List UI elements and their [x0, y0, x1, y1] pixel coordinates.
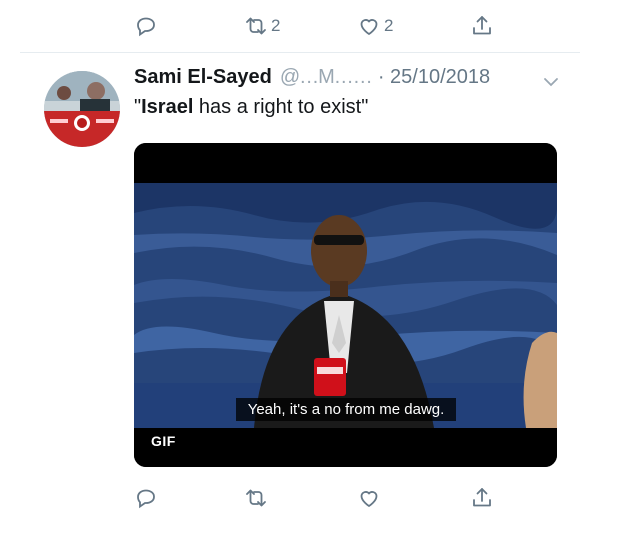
tweet-date[interactable]: · 25/10/2018 — [378, 66, 490, 89]
retweet-count: 2 — [271, 16, 281, 35]
gif-media[interactable]: Yeah, it's a no from me dawg. GIF — [134, 143, 557, 467]
reply-button[interactable] — [134, 478, 158, 518]
like-icon — [360, 19, 378, 36]
reply-icon — [137, 17, 155, 37]
share-button[interactable] — [470, 478, 494, 518]
avatar[interactable] — [44, 71, 120, 147]
tweet-text-bold: Israel — [141, 96, 194, 118]
share-icon — [473, 16, 491, 35]
retweet-button[interactable]: 2 — [244, 6, 280, 46]
gif-subtitle: Yeah, it's a no from me dawg. — [236, 398, 456, 421]
retweet-icon — [246, 489, 266, 507]
prev-tweet-actions: 2 2 — [0, 6, 644, 46]
tweet-header: Sami El-Sayed @…M…… · 25/10/2018 — [134, 66, 490, 89]
chevron-down-icon — [544, 78, 558, 87]
user-handle[interactable]: @…M…… — [280, 66, 373, 89]
share-icon — [473, 488, 491, 507]
like-count: 2 — [384, 16, 394, 35]
retweet-button[interactable] — [244, 478, 268, 518]
tweet-actions — [0, 478, 644, 518]
like-button[interactable] — [357, 478, 381, 518]
display-name[interactable]: Sami El-Sayed — [134, 66, 272, 89]
share-button[interactable] — [470, 6, 494, 46]
like-icon — [360, 491, 378, 508]
tweet-divider — [20, 52, 580, 53]
like-button[interactable]: 2 — [357, 6, 393, 46]
reply-button[interactable] — [134, 6, 158, 46]
gif-badge: GIF — [151, 433, 176, 449]
retweet-icon — [246, 17, 266, 35]
tweet-menu-button[interactable] — [541, 72, 561, 92]
tweet-text: "Israel has a right to exist" — [134, 96, 368, 119]
tweet-text-rest: has a right to exist" — [193, 96, 369, 118]
reply-icon — [137, 489, 155, 509]
